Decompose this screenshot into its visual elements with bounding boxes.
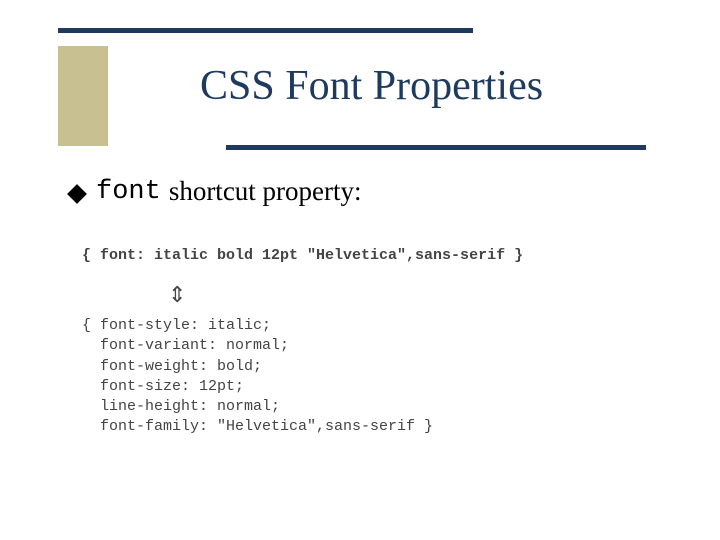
diamond-bullet-icon — [67, 184, 87, 204]
beige-accent-block — [58, 46, 108, 146]
bullet-code-word: font — [96, 177, 161, 207]
up-down-arrow-icon: ⇕ — [168, 282, 186, 308]
bullet-text: shortcut property: — [169, 176, 362, 207]
code-example-shorthand: { font: italic bold 12pt "Helvetica",san… — [82, 246, 523, 266]
top-divider — [58, 28, 473, 33]
mid-divider — [226, 145, 646, 150]
bullet-item: font shortcut property: — [70, 176, 362, 207]
code-example-longhand: { font-style: italic; font-variant: norm… — [82, 316, 433, 438]
slide-title: CSS Font Properties — [200, 62, 543, 110]
